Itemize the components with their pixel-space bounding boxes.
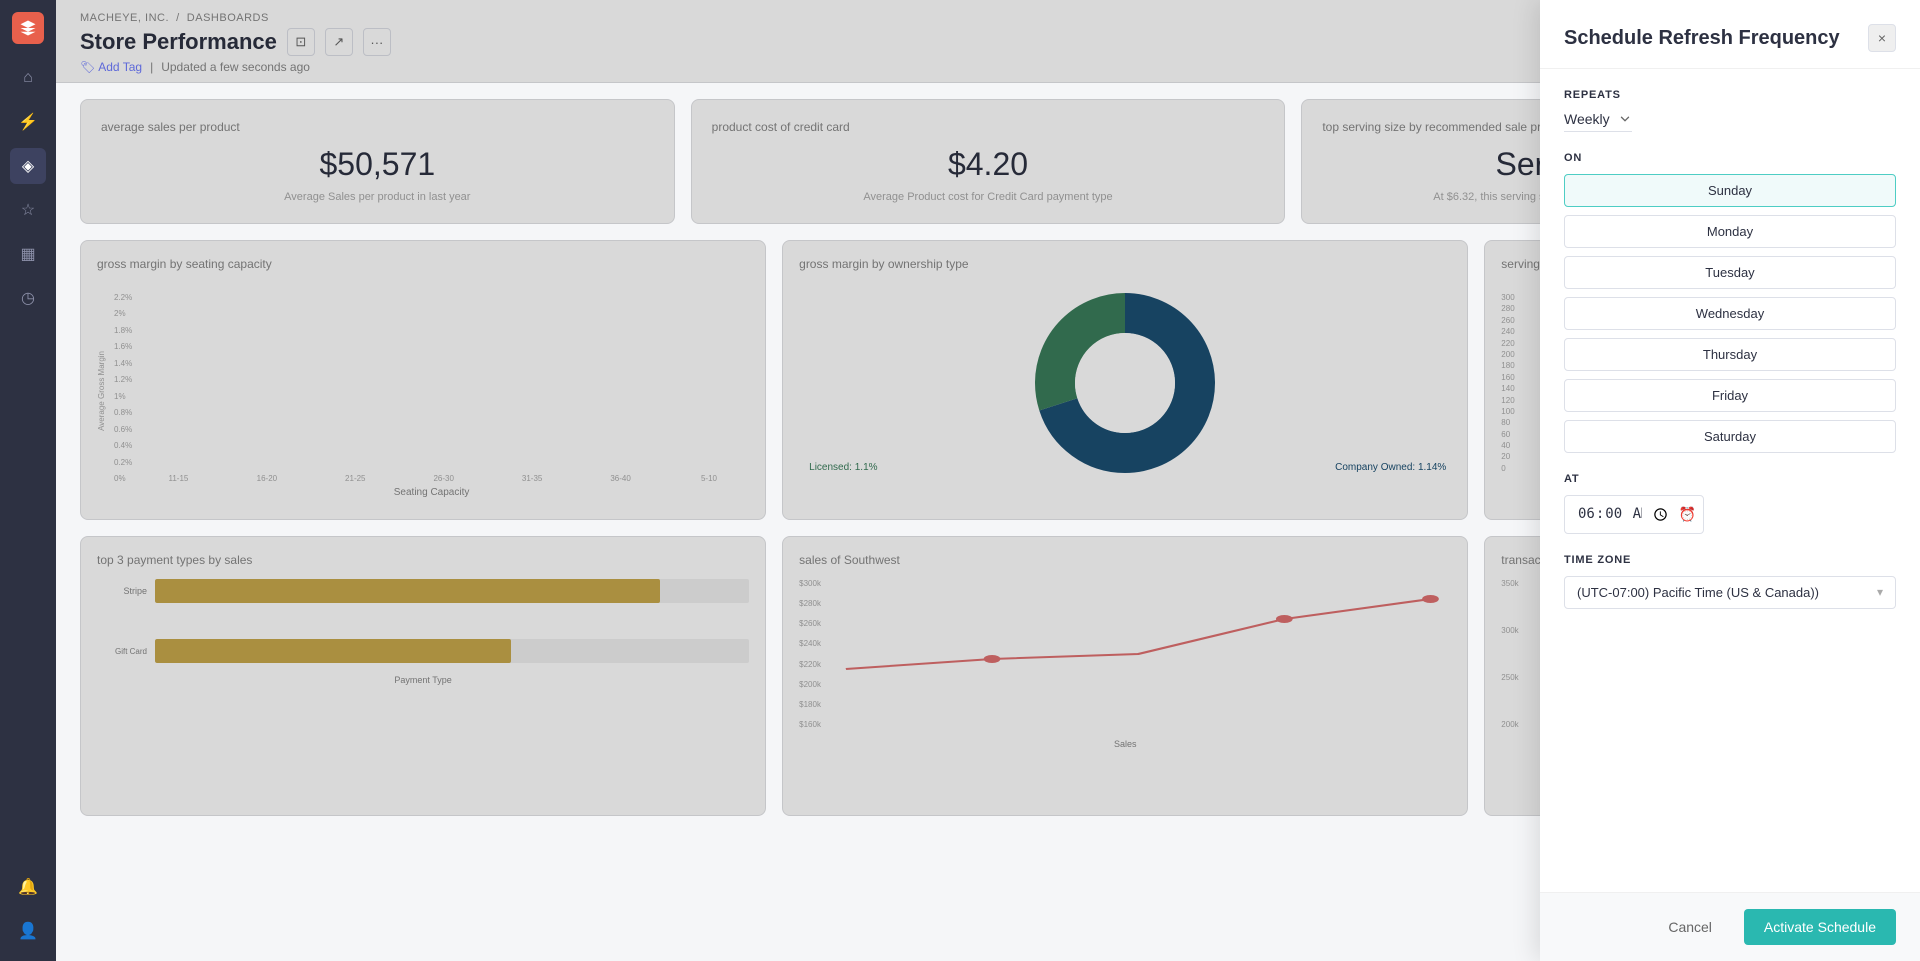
donut-label-company: Company Owned: 1.14% [1335,462,1446,473]
payment-y-axis-label: Payment Type [97,675,749,685]
at-label: AT [1564,473,1896,485]
cancel-button[interactable]: Cancel [1648,909,1732,945]
timezone-value: (UTC-07:00) Pacific Time (US & Canada)) [1577,585,1819,600]
sidebar-item-lightning[interactable]: ⚡ [10,104,46,140]
timezone-select[interactable]: (UTC-07:00) Pacific Time (US & Canada)) … [1564,576,1896,609]
monitor-icon-btn[interactable]: ⊡ [287,28,315,56]
day-monday[interactable]: Monday [1564,215,1896,248]
schedule-panel: Schedule Refresh Frequency × REPEATS Wee… [1540,0,1920,961]
bar-6: 5-10 [669,470,749,483]
day-thursday[interactable]: Thursday [1564,338,1896,371]
panel-header: Schedule Refresh Frequency × [1540,0,1920,69]
panel-title: Schedule Refresh Frequency [1564,27,1840,50]
sidebar: ⌂ ⚡ ◈ ☆ ▦ ◷ 🔔 👤 [0,0,56,961]
updated-time: Updated a few seconds ago [161,60,310,74]
bar-3: 26-30 [404,470,484,483]
metric-value-1: $4.20 [712,146,1265,183]
sidebar-item-star[interactable]: ☆ [10,192,46,228]
day-buttons: Sunday Monday Tuesday Wednesday Thursday… [1564,174,1896,453]
donut-chart-title: gross margin by ownership type [799,257,1451,271]
payment-chart-card: top 3 payment types by sales Stripe Gift… [80,536,766,816]
timezone-label: TIME ZONE [1564,554,1896,566]
page-title: Store Performance [80,29,277,55]
day-sunday[interactable]: Sunday [1564,174,1896,207]
bar-chart-card: gross margin by seating capacity Average… [80,240,766,520]
day-saturday[interactable]: Saturday [1564,420,1896,453]
bar-1: 16-20 [227,470,307,483]
payment-bar-label-0: Stripe [97,586,147,596]
day-friday[interactable]: Friday [1564,379,1896,412]
y-axis-label: Average Gross Margin [97,351,106,431]
bar-4: 31-35 [492,470,572,483]
tag-icon: 🏷 [80,60,95,74]
more-icon-btn[interactable]: ··· [363,28,391,56]
southwest-chart-card: sales of Southwest $300k $280k $260k $24… [782,536,1468,816]
sidebar-item-user[interactable]: 👤 [10,913,46,949]
panel-close-button[interactable]: × [1868,24,1896,52]
sidebar-item-database[interactable]: ▦ [10,236,46,272]
donut-label-licensed: Licensed: 1.1% [809,462,877,473]
bar-chart-title: gross margin by seating capacity [97,257,749,271]
metric-card-0: average sales per product $50,571 Averag… [80,99,675,224]
metric-title-0: average sales per product [101,120,654,134]
southwest-chart-title: sales of Southwest [799,553,1451,567]
panel-body: REPEATS Weekly Daily Monthly ON Sunday M… [1540,69,1920,892]
donut-chart-card: gross margin by ownership type Licensed:… [782,240,1468,520]
share-icon-btn[interactable]: ↗ [325,28,353,56]
payment-chart-title: top 3 payment types by sales [97,553,749,567]
repeat-frequency-select[interactable]: Weekly Daily Monthly [1564,111,1614,127]
payment-bar-label-1: Gift Card [97,647,147,656]
day-wednesday[interactable]: Wednesday [1564,297,1896,330]
metric-title-1: product cost of Credit Card [712,120,1265,134]
bar-5: 36-40 [580,470,660,483]
sidebar-item-layers[interactable]: ◈ [10,148,46,184]
metric-desc-0: Average Sales per product in last year [101,191,654,203]
timezone-chevron-icon: ▾ [1877,585,1883,599]
metric-card-1: product cost of Credit Card $4.20 Averag… [691,99,1286,224]
add-tag-link[interactable]: 🏷 Add Tag [80,60,142,74]
activate-schedule-button[interactable]: Activate Schedule [1744,909,1896,945]
bar-0: 11-15 [138,470,218,483]
sales-x-label: Sales [799,739,1451,749]
x-axis-label: Seating Capacity [114,487,749,498]
repeats-label: REPEATS [1564,89,1896,101]
panel-footer: Cancel Activate Schedule [1540,892,1920,961]
sidebar-item-clock[interactable]: ◷ [10,280,46,316]
sidebar-item-bell[interactable]: 🔔 [10,869,46,905]
chevron-down-icon [1618,112,1632,126]
metric-value-0: $50,571 [101,146,654,183]
clock-icon: ⏰ [1679,506,1696,523]
sidebar-item-home[interactable]: ⌂ [10,60,46,96]
day-tuesday[interactable]: Tuesday [1564,256,1896,289]
app-logo[interactable] [12,12,44,44]
repeat-select-row: Weekly Daily Monthly [1564,111,1896,132]
on-label: ON [1564,152,1896,164]
metric-desc-1: Average Product cost for Credit Card pay… [712,191,1265,203]
bar-2: 21-25 [315,470,395,483]
